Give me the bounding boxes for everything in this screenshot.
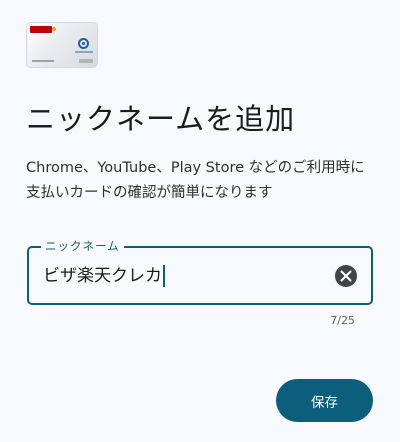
card-brand-logo — [30, 26, 52, 33]
page-description: Chrome、YouTube、Play Store などのご利用時に支払いカード… — [26, 160, 365, 201]
card-logo-accent — [52, 27, 56, 31]
nickname-field[interactable]: ニックネーム ビザ楽天クレカ — [27, 238, 373, 305]
card-emblem-label — [75, 51, 93, 53]
close-icon — [340, 270, 352, 282]
nickname-field-label: ニックネーム — [41, 238, 124, 254]
clear-button[interactable] — [335, 265, 357, 287]
save-button[interactable]: 保存 — [276, 379, 373, 422]
nickname-input[interactable]: ビザ楽天クレカ — [43, 263, 165, 289]
page-title: ニックネームを追加 — [26, 102, 296, 136]
text-caret — [163, 265, 165, 287]
card-network-mark — [79, 59, 93, 63]
card-emblem-icon — [78, 38, 89, 49]
card-number-mark — [32, 60, 54, 62]
nickname-input-value: ビザ楽天クレカ — [43, 266, 162, 286]
credit-card-image — [26, 22, 98, 68]
add-nickname-dialog: ニックネームを追加 Chrome、YouTube、Play Store などのご… — [0, 0, 400, 442]
character-counter: 7/25 — [330, 314, 355, 327]
